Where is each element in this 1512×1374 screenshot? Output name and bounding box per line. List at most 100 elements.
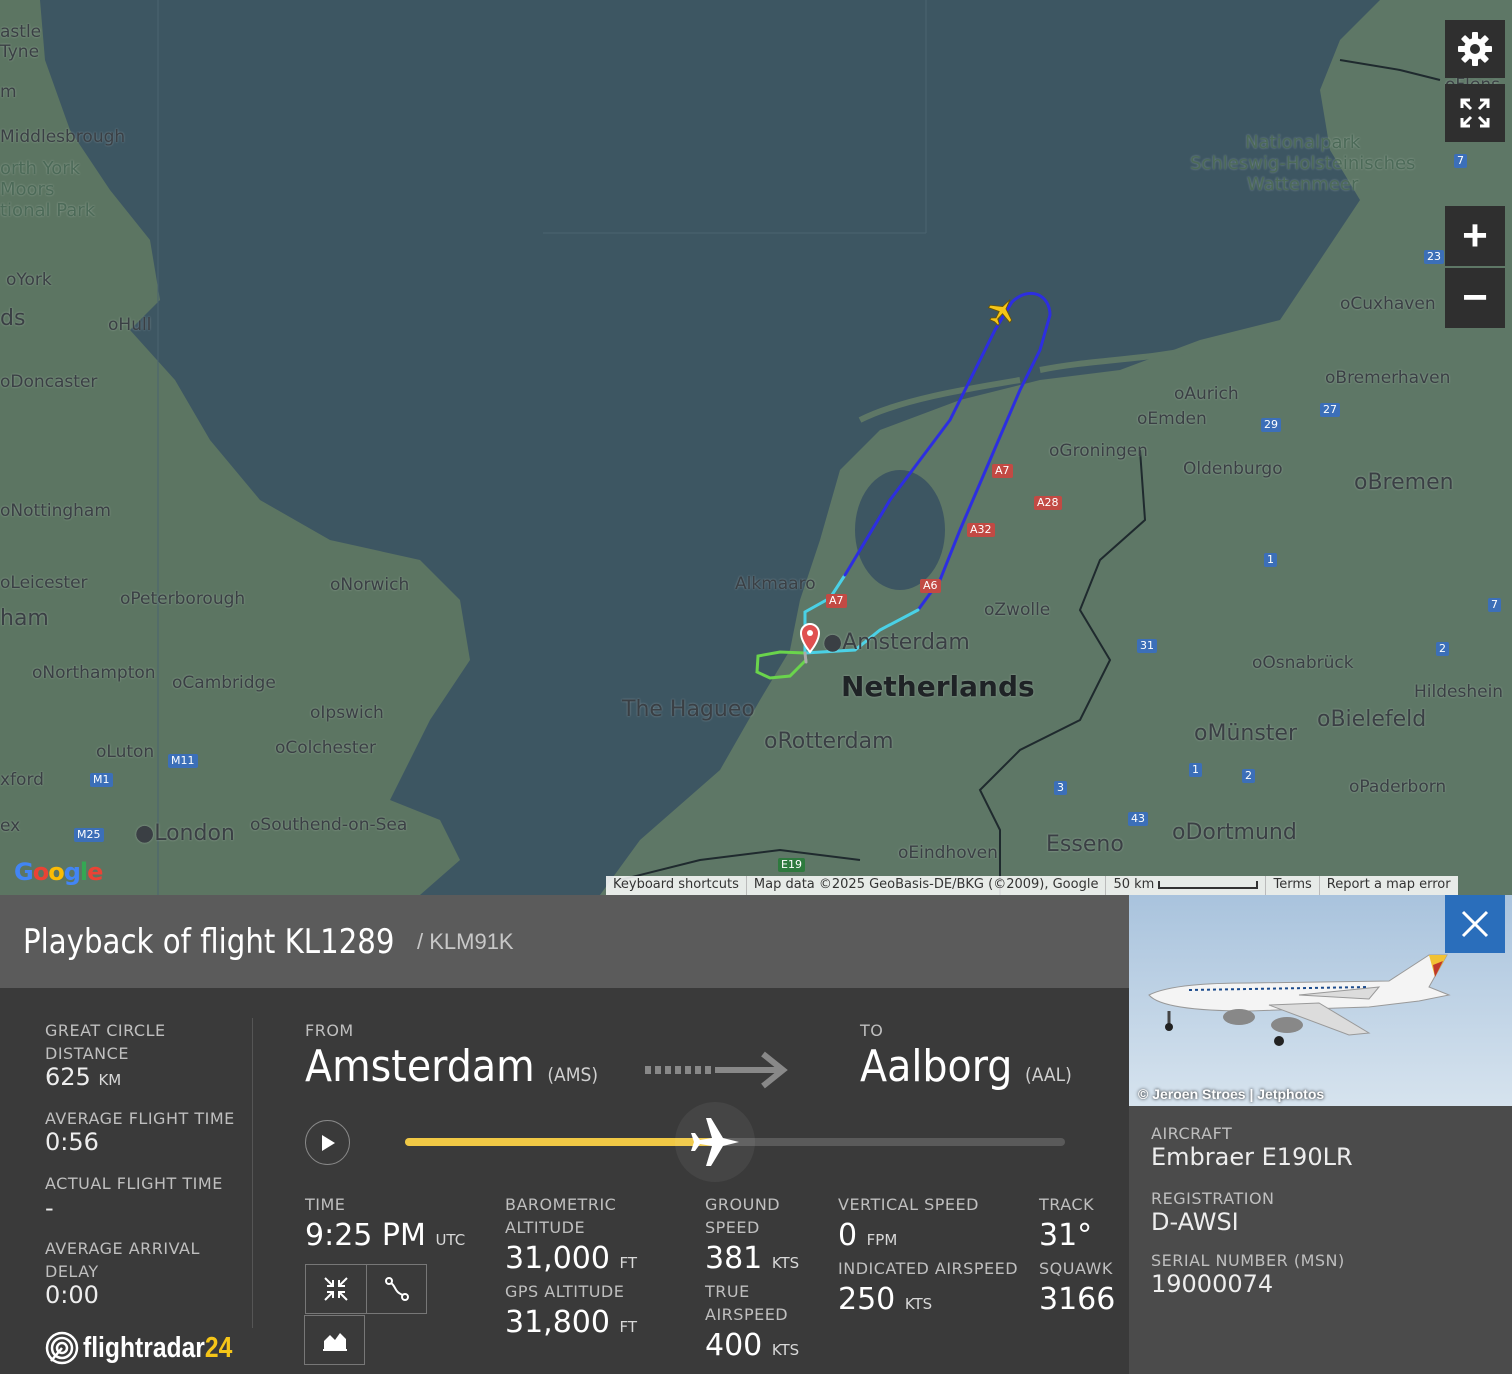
road-shield: 7: [1454, 154, 1467, 168]
to-city: Aalborg (AAL): [860, 1041, 1072, 1092]
road-shield: M11: [168, 754, 198, 768]
route-arrow-icon: [645, 1051, 788, 1089]
collapse-button[interactable]: [305, 1264, 367, 1314]
true-airspeed-value: 400 KTS: [705, 1328, 800, 1363]
callsign: / KLM91K: [417, 928, 514, 954]
place-hildesheim: Hildeshein: [1414, 682, 1504, 702]
vertical-speed-label: VERTICAL SPEED: [838, 1195, 979, 1214]
graph-button[interactable]: [304, 1315, 365, 1365]
keyboard-shortcuts-link[interactable]: Keyboard shortcuts: [606, 876, 747, 895]
place-aurich: oAurich: [1174, 384, 1239, 404]
place-muenster: oMünster: [1194, 721, 1298, 746]
place-northampton: oNorthampton: [32, 663, 156, 683]
place-cambridge: oCambridge: [172, 673, 276, 693]
route-button[interactable]: [366, 1264, 427, 1314]
aircraft-label: AIRCRAFT: [1151, 1124, 1233, 1143]
road-shield: 1: [1189, 763, 1202, 777]
road-shield: 3: [1054, 781, 1067, 795]
aircraft-value: Embraer E190LR: [1151, 1143, 1353, 1171]
place-zwolle: oZwolle: [984, 600, 1051, 620]
place-newcastle: astle Tyne: [0, 22, 42, 62]
road-shield: 2: [1436, 642, 1449, 656]
road-shield: 23: [1424, 250, 1444, 264]
road-shield: 29: [1261, 418, 1281, 432]
close-button[interactable]: [1445, 895, 1505, 953]
place-luton: oLuton: [96, 742, 155, 762]
zoom-out-button[interactable]: −: [1445, 268, 1505, 328]
radar-icon: [45, 1331, 79, 1365]
great-circle-value: 625 KM: [45, 1063, 122, 1091]
registration-value: D-AWSI: [1151, 1208, 1239, 1236]
collapse-icon: [324, 1277, 348, 1301]
squawk-value: 3166: [1039, 1282, 1116, 1317]
place-dortmund: oDortmund: [1172, 820, 1297, 845]
road-shield: A7: [826, 594, 847, 608]
avg-flight-time-value: 0:56: [45, 1128, 99, 1156]
road-shield: A6: [920, 579, 941, 593]
place-netherlands: Netherlands: [841, 670, 1035, 703]
place-eindhoven: oEindhoven: [898, 843, 998, 863]
road-shield: M25: [74, 828, 104, 842]
map-attribution: Keyboard shortcuts Map data ©2025 GeoBas…: [606, 876, 1458, 895]
play-button[interactable]: [305, 1120, 350, 1165]
place-ex: ex: [0, 816, 21, 836]
road-shield: 1: [1264, 553, 1277, 567]
playback-timeline[interactable]: [405, 1102, 1065, 1182]
place-alkmaar: Alkmaaro: [735, 574, 816, 594]
place-m: m: [0, 82, 17, 102]
place-paderborn: oPaderborn: [1349, 777, 1447, 797]
close-icon: [1461, 910, 1489, 938]
avg-flight-time-label: AVERAGE FLIGHT TIME: [45, 1109, 235, 1128]
avg-arrival-delay-label: AVERAGE ARRIVAL DELAY: [45, 1239, 200, 1281]
report-map-error-link[interactable]: Report a map error: [1320, 876, 1458, 895]
place-nottingham: oNottingham: [0, 501, 111, 521]
time-label: TIME: [305, 1195, 346, 1214]
place-bremerhaven: oBremerhaven: [1325, 368, 1451, 388]
fullscreen-icon: [1460, 98, 1490, 128]
serial-number-value: 19000074: [1151, 1270, 1274, 1298]
panel-title: Playback of flight KL1289: [23, 921, 395, 962]
from-label: FROM: [305, 1021, 354, 1040]
place-ham: ham: [0, 606, 49, 631]
terms-link[interactable]: Terms: [1266, 876, 1320, 895]
place-rotterdam: oRotterdam: [764, 729, 894, 754]
place-london: ●London: [135, 821, 235, 846]
photo-credit[interactable]: © Jeroen Stroes | Jetphotos: [1138, 1086, 1324, 1102]
to-label: TO: [860, 1021, 884, 1040]
road-shield: E19: [778, 858, 805, 872]
aircraft-info: © Jeroen Stroes | Jetphotos AIRCRAFT Emb…: [1129, 895, 1512, 1374]
road-shield: M1: [90, 773, 113, 787]
place-oxford: xford: [0, 770, 44, 790]
map-data-text: Map data ©2025 GeoBasis-DE/BKG (©2009), …: [747, 876, 1107, 895]
registration-label: REGISTRATION: [1151, 1189, 1275, 1208]
place-cuxhaven: oCuxhaven: [1340, 294, 1436, 314]
plane-icon: [691, 1118, 740, 1166]
scale-bar: 50 km: [1106, 876, 1267, 895]
road-shield: A7: [992, 464, 1013, 478]
gps-altitude-label: GPS ALTITUDE: [505, 1282, 625, 1301]
place-norwich: oNorwich: [330, 575, 410, 595]
route-icon: [384, 1277, 409, 1301]
timeline-handle[interactable]: [675, 1102, 756, 1182]
place-hull: oHull: [108, 315, 152, 335]
track-value: 31°: [1039, 1218, 1093, 1253]
flight-map[interactable]: astle Tyne m Middlesbrough orth York Moo…: [0, 0, 1512, 895]
settings-button[interactable]: [1445, 20, 1505, 78]
place-bielefeld: oBielefeld: [1317, 707, 1427, 732]
great-circle-label: GREAT CIRCLE DISTANCE: [45, 1021, 166, 1063]
gear-icon: [1458, 32, 1492, 66]
baro-altitude-value: 31,000 FT: [505, 1241, 638, 1276]
gps-altitude-value: 31,800 FT: [505, 1305, 638, 1340]
place-york: oYork: [6, 270, 52, 290]
road-shield: 2: [1242, 769, 1255, 783]
zoom-in-button[interactable]: +: [1445, 206, 1505, 266]
place-osnabrueck: oOsnabrück: [1252, 653, 1354, 673]
place-emden: oEmden: [1137, 409, 1207, 429]
road-shield: 43: [1128, 812, 1148, 826]
place-colchester: oColchester: [275, 738, 376, 758]
indicated-airspeed-label: INDICATED AIRSPEED: [838, 1259, 1019, 1278]
ground-speed-label: GROUND SPEED: [705, 1195, 781, 1237]
place-groningen: oGroningen: [1049, 441, 1148, 461]
road-shield: 7: [1488, 598, 1501, 612]
fullscreen-button[interactable]: [1445, 84, 1505, 142]
